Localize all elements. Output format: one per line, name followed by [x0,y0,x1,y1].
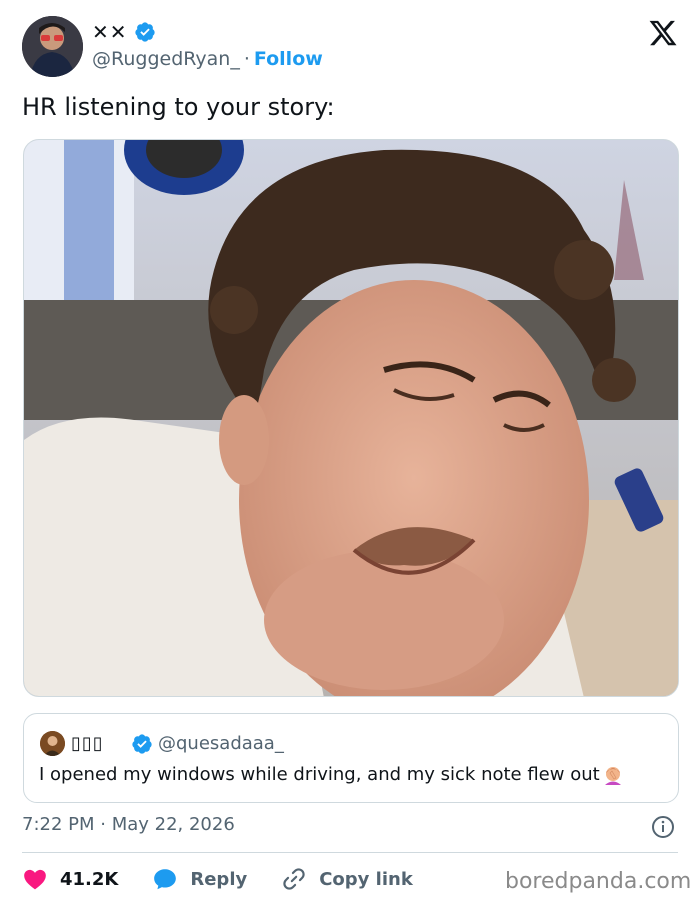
tweet-media-image[interactable] [23,139,679,697]
separator-dot: · [243,48,250,70]
divider [22,852,678,853]
like-button[interactable]: 41.2K [22,866,118,892]
reply-label: Reply [190,868,248,890]
verified-badge-icon [134,22,155,42]
copy-link-label: Copy link [319,868,413,890]
verified-badge-icon [132,734,152,754]
info-icon[interactable] [651,815,675,839]
tweet-text: HR listening to your story: [22,93,335,121]
x-logo-icon[interactable] [648,18,678,48]
source-watermark: boredpanda.com [505,869,692,894]
copy-link-button[interactable]: Copy link [281,866,413,892]
heart-icon [24,869,46,890]
quoted-author-handle[interactable]: @quesadaaa_ [158,733,284,754]
follow-button[interactable]: Follow [254,48,323,70]
tweet-timestamp[interactable]: 7:22 PM · May 22, 2026 [22,814,235,835]
facepalm-emoji-icon [604,766,621,785]
quoted-author-avatar[interactable] [40,731,65,756]
engagement-bar: 41.2K Reply Copy link [22,864,447,894]
link-icon [283,868,305,890]
author-avatar[interactable] [22,16,83,77]
quoted-tweet[interactable]: ▯▯▯ @quesadaaa_ I opened my windows whil… [23,713,679,803]
tweet-header: ✕✕ @RuggedRyan_ · Follow [22,16,682,78]
reply-button[interactable]: Reply [152,866,247,892]
quoted-tweet-text: I opened my windows while driving, and m… [39,764,600,785]
like-count: 41.2K [60,868,119,890]
author-display-name[interactable]: ✕✕ [92,20,128,44]
author-handle[interactable]: @RuggedRyan_ [92,48,240,70]
quoted-author-display-name[interactable]: ▯▯▯ [71,733,104,754]
reply-bubble-icon [154,869,177,890]
